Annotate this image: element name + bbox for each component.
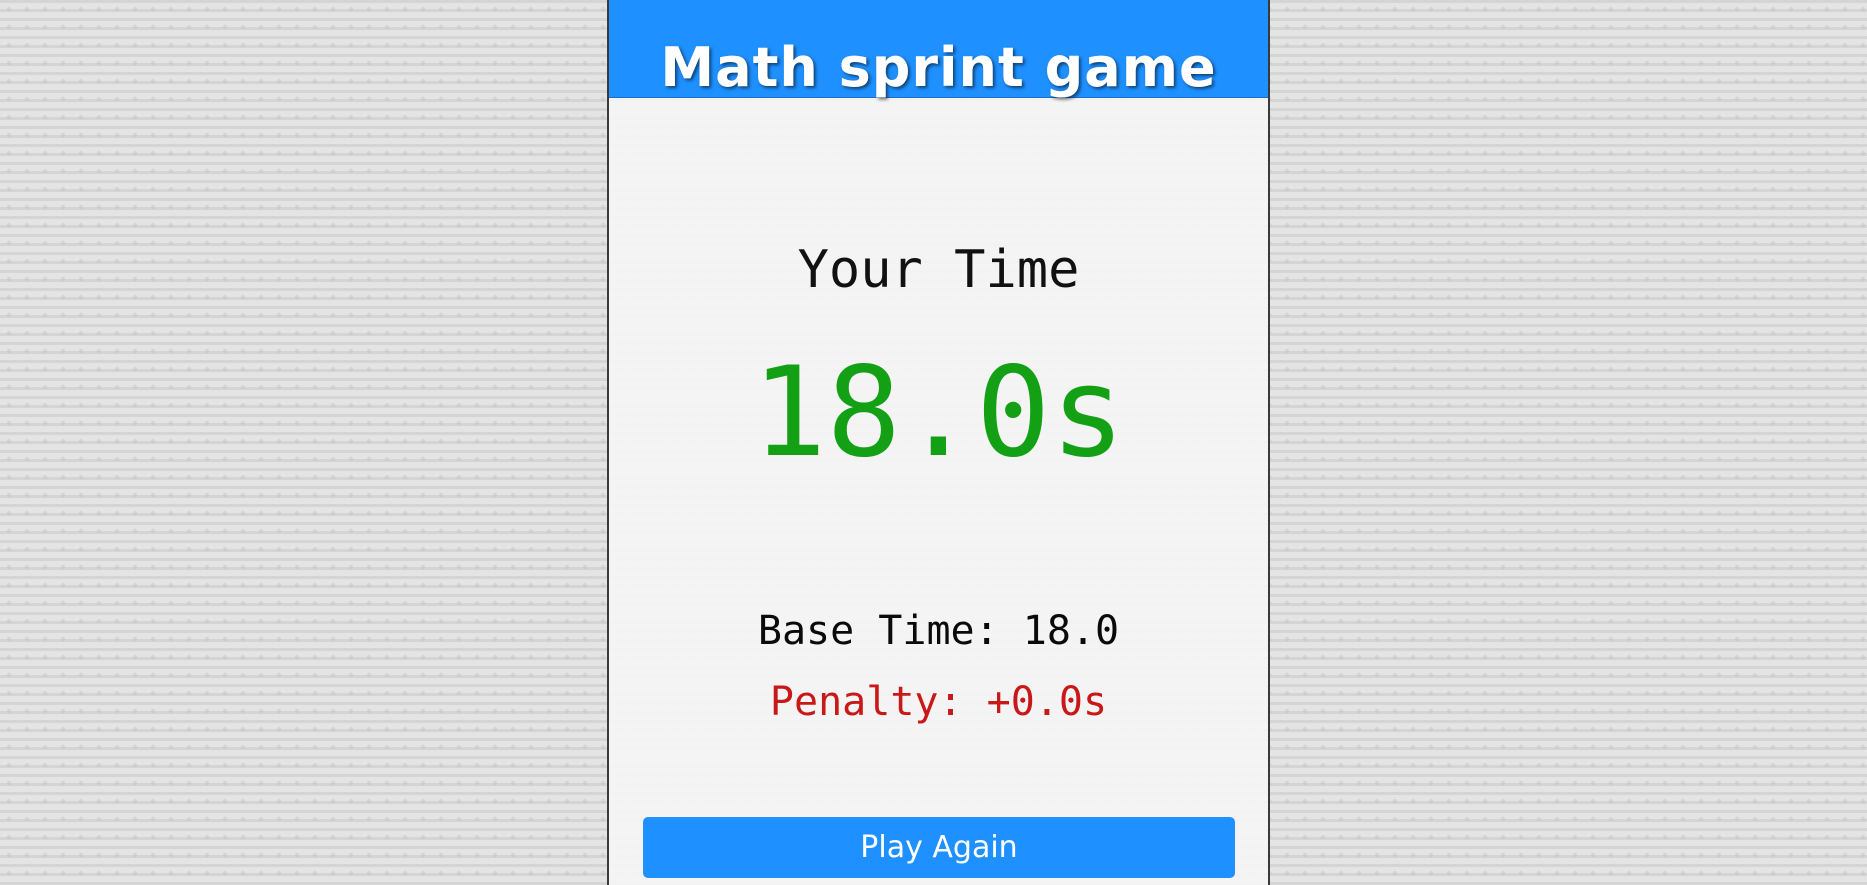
game-panel: Math sprint game Your Time 18.0s Base Ti…	[607, 0, 1270, 885]
play-again-button[interactable]: Play Again	[643, 817, 1235, 878]
score-heading: Your Time	[797, 240, 1080, 300]
game-title: Math sprint game	[660, 36, 1217, 100]
header-bar: Math sprint game	[609, 0, 1268, 100]
penalty-time: Penalty: +0.0s	[769, 679, 1108, 725]
base-time: Base Time: 18.0	[757, 608, 1120, 654]
final-time: 18.0s	[751, 341, 1126, 485]
